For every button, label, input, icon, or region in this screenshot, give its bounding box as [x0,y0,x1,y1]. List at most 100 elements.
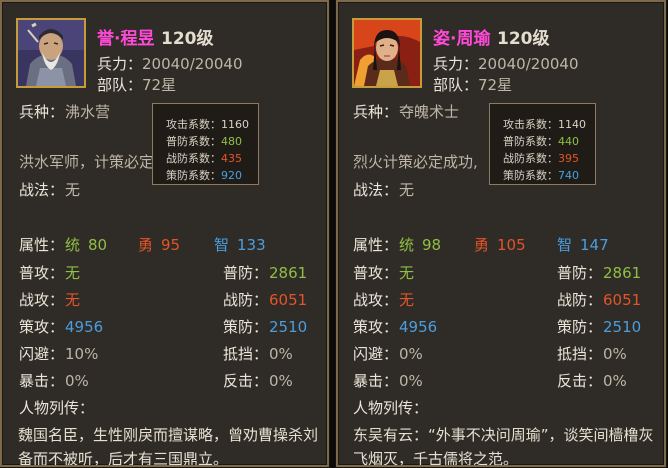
tooltip-atk-value: 1160 [221,118,249,131]
unit-label: 部队： [433,76,479,94]
dodge-value: 0% [399,345,423,363]
tactic-value: 无 [65,181,81,199]
bio-label: 人物列传： [353,399,429,417]
block-label: 抵挡： [223,345,269,363]
hp-label: 兵力： [97,55,143,73]
block-value: 0% [603,345,627,363]
pdef-value: 2861 [269,264,308,282]
pdef-value: 2861 [603,264,642,282]
attr-tong-value: 80 [88,236,108,254]
counter-label: 反击： [223,372,269,390]
hp-label: 兵力： [433,55,479,73]
sdef-label: 策防： [557,318,603,336]
attr-tong-value: 98 [422,236,442,254]
dodge-value: 10% [65,345,99,363]
wdef-label: 战防： [223,291,269,309]
crit-value: 0% [399,372,423,390]
hp-value: 20040/20040 [478,55,579,73]
block-label: 抵挡： [557,345,603,363]
general-name: 姿·周瑜 [433,29,491,49]
sdef-value: 2510 [269,318,308,336]
tooltip-pdef-value: 480 [221,135,242,148]
sdef-label: 策防： [223,318,269,336]
troop-label: 兵种： [19,103,65,121]
tactic-label: 战法： [19,181,65,199]
general-level: 120级 [497,29,550,49]
unit-label: 部队： [97,76,143,94]
watk-label: 战攻： [353,291,399,309]
dodge-label: 闪避： [353,345,399,363]
attr-zhi-label: 智 [557,236,573,254]
tooltip-sdef-value: 740 [558,169,579,182]
attr-yong-value: 95 [161,236,181,254]
counter-value: 0% [269,372,293,390]
watk-label: 战攻： [19,291,65,309]
wdef-label: 战防： [557,291,603,309]
patk-value: 无 [65,264,81,282]
general-card-cheng-yu: 誉·程昱 120级 兵力： 20040/20040 部队： 72星 兵种： 沸水… [0,0,330,468]
tooltip-sdef-label: 策防系数： [503,169,558,182]
tooltip-atk-label: 攻击系数： [503,118,558,131]
portrait-cheng-yu-image [18,20,84,86]
tooltip-wdef-label: 战防系数： [166,152,221,165]
watk-value: 无 [65,291,81,309]
patk-label: 普攻： [353,264,399,282]
general-card-zhou-yu: 姿·周瑜 120级 兵力： 20040/20040 部队： 72星 兵种： 夺魄… [335,0,667,468]
attr-label: 属性： [19,236,65,254]
tooltip-pdef-label: 普防系数： [503,135,558,148]
satk-value: 4956 [65,318,104,336]
wdef-value: 6051 [269,291,308,309]
tactic-label: 战法： [353,181,399,199]
counter-label: 反击： [557,372,603,390]
tooltip-sdef-value: 920 [221,169,242,182]
attr-yong-label: 勇 [138,236,154,254]
troop-value: 沸水营 [65,103,111,121]
satk-value: 4956 [399,318,438,336]
sdef-value: 2510 [603,318,642,336]
unit-value: 72星 [142,76,177,94]
tactic-value: 无 [399,181,415,199]
attr-yong-value: 105 [497,236,526,254]
coefficient-tooltip: 攻击系数：1160 普防系数：480 战防系数：435 策防系数：920 [152,103,259,185]
wdef-value: 6051 [603,291,642,309]
satk-label: 策攻： [353,318,399,336]
tooltip-atk-label: 攻击系数： [166,118,221,131]
general-name: 誉·程昱 [97,29,155,49]
watk-value: 无 [399,291,415,309]
tooltip-wdef-value: 395 [558,152,579,165]
general-level: 120级 [161,29,214,49]
tooltip-atk-value: 1140 [558,118,586,131]
portrait-zhou-yu-image [354,20,420,86]
bio-label: 人物列传： [19,399,95,417]
coefficient-tooltip: 攻击系数：1140 普防系数：440 战防系数：395 策防系数：740 [489,103,596,185]
bio-text: 东吴有云：“外事不决问周瑜”，谈笑间樯橹灰飞烟灭，千古儒将之范。 [353,426,654,467]
pdef-label: 普防： [557,264,603,282]
counter-value: 0% [603,372,627,390]
attr-zhi-value: 133 [237,236,266,254]
tooltip-wdef-value: 435 [221,152,242,165]
troop-description: 洪水军师，计策必定 [19,153,155,171]
hp-value: 20040/20040 [142,55,243,73]
patk-label: 普攻： [19,264,65,282]
tooltip-sdef-label: 策防系数： [166,169,221,182]
attr-yong-label: 勇 [474,236,490,254]
crit-label: 暴击： [353,372,399,390]
tooltip-pdef-label: 普防系数： [166,135,221,148]
tooltip-wdef-label: 战防系数： [503,152,558,165]
troop-label: 兵种： [353,103,399,121]
attr-zhi-label: 智 [214,236,230,254]
patk-value: 无 [399,264,415,282]
troop-description: 烈火计策必定成功, [353,153,478,171]
portrait-cheng-yu[interactable] [16,18,86,88]
attr-tong-label: 统 [399,236,415,254]
crit-value: 0% [65,372,89,390]
pdef-label: 普防： [223,264,269,282]
portrait-zhou-yu[interactable] [352,18,422,88]
attr-zhi-value: 147 [580,236,609,254]
tooltip-pdef-value: 440 [558,135,579,148]
unit-value: 72星 [478,76,513,94]
dodge-label: 闪避： [19,345,65,363]
attr-label: 属性： [353,236,399,254]
block-value: 0% [269,345,293,363]
attr-tong-label: 统 [65,236,81,254]
